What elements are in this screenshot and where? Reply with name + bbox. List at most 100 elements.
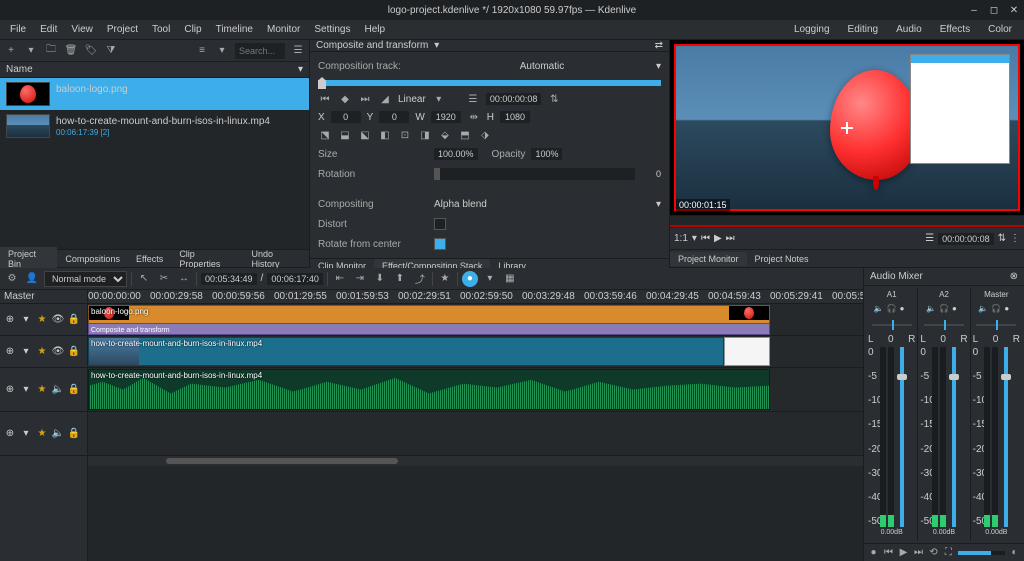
bin-column-header[interactable]: Name▾ — [0, 62, 309, 78]
w-input[interactable]: 1920 — [431, 111, 461, 123]
h-input[interactable]: 1080 — [500, 111, 530, 123]
pan-knob[interactable] — [872, 318, 912, 332]
audio-track-1[interactable]: how-to-create-mount-and-burn-isos-in-lin… — [88, 368, 863, 412]
stepper-icon[interactable]: ⇅ — [998, 233, 1006, 244]
menu-view[interactable]: View — [65, 22, 99, 37]
star-icon[interactable]: ★ — [36, 314, 48, 326]
timeline-clip[interactable] — [724, 337, 771, 366]
view-list-icon[interactable]: ≡ — [195, 44, 209, 58]
y-input[interactable]: 0 — [379, 111, 409, 123]
play-icon[interactable]: ▶ — [714, 233, 722, 244]
volume-fader[interactable] — [1004, 347, 1008, 527]
db-value[interactable]: 0.00dB — [881, 529, 903, 539]
tab-project-notes[interactable]: Project Notes — [747, 252, 817, 266]
align-bl-icon[interactable]: ⬙ — [438, 128, 452, 142]
lock-icon[interactable]: 🔒 — [68, 346, 80, 358]
chevron-down-icon[interactable]: ▾ — [20, 314, 32, 326]
delete-icon[interactable]: 🗑 — [64, 44, 78, 58]
align-ml-icon[interactable]: ◧ — [378, 128, 392, 142]
expand-icon[interactable]: ⊕ — [4, 346, 16, 358]
chevron-down-icon[interactable]: ▾ — [20, 384, 32, 396]
menu-icon[interactable]: ☰ — [291, 44, 305, 58]
monitor-menu-icon[interactable]: ☰ — [925, 233, 934, 244]
menu-project[interactable]: Project — [101, 22, 144, 37]
workspace-effects[interactable]: Effects — [932, 22, 978, 37]
align-tc-icon[interactable]: ⬓ — [338, 128, 352, 142]
chevron-down-icon[interactable]: ▾ — [432, 92, 446, 106]
effect-timecode[interactable]: 00:00:00:08 — [486, 93, 542, 105]
menu-help[interactable]: Help — [359, 22, 392, 37]
align-bc-icon[interactable]: ⬒ — [458, 128, 472, 142]
chevron-down-icon[interactable]: ▾ — [24, 44, 38, 58]
zone-out-icon[interactable]: ⇥ — [352, 271, 368, 287]
compositing-value[interactable]: Alpha blend — [434, 199, 650, 210]
workspace-logging[interactable]: Logging — [786, 22, 838, 37]
monitor-ruler[interactable] — [670, 215, 1024, 227]
composition-bar[interactable]: Composite and transform — [88, 323, 770, 335]
overwrite-icon[interactable]: ⬇ — [372, 271, 388, 287]
menu-clip[interactable]: Clip — [178, 22, 207, 37]
distort-checkbox[interactable] — [434, 218, 446, 230]
options-icon[interactable]: ▾ — [215, 44, 229, 58]
expand-icon[interactable]: ⊕ — [4, 384, 16, 396]
pan-knob[interactable] — [976, 318, 1016, 332]
gear-icon[interactable]: ⚙ — [4, 271, 20, 287]
menu-timeline[interactable]: Timeline — [210, 22, 259, 37]
rotate-center-checkbox[interactable] — [434, 238, 446, 250]
monitor-options-icon[interactable]: ⋮ — [1010, 233, 1020, 244]
tab-clip-properties[interactable]: Clip Properties — [171, 247, 243, 271]
chevron-down-icon[interactable]: ▾ — [692, 233, 697, 244]
chevron-down-icon[interactable]: ▾ — [482, 271, 498, 287]
favorite-icon[interactable]: ★ — [437, 271, 453, 287]
audio-track-2[interactable] — [88, 412, 863, 456]
play-icon[interactable]: ▶ — [898, 546, 909, 560]
grid-icon[interactable]: ▦ — [502, 271, 518, 287]
chevron-down-icon[interactable]: ▾ — [20, 346, 32, 358]
filter-icon[interactable]: ⧩ — [104, 44, 118, 58]
size-input[interactable]: 100.00% — [434, 148, 478, 160]
menu-settings[interactable]: Settings — [308, 22, 356, 37]
solo-icon[interactable]: 🎧 — [991, 304, 1001, 314]
close-icon[interactable]: ⊗ — [1010, 271, 1018, 282]
composition-track-value[interactable]: Automatic — [434, 61, 650, 72]
maximize-icon[interactable]: ◻ — [988, 4, 1000, 16]
track-head-a1[interactable]: ⊕▾★🔈🔒 — [0, 368, 87, 412]
close-icon[interactable]: ✕ — [1008, 4, 1020, 16]
workspace-editing[interactable]: Editing — [840, 22, 887, 37]
loop-icon[interactable]: ⟲ — [928, 546, 939, 560]
solo-icon[interactable]: 🎧 — [887, 304, 897, 314]
rotation-value[interactable]: 0 — [641, 169, 661, 179]
toggle-icon[interactable]: ◐ — [1009, 546, 1020, 560]
interpolation-value[interactable]: Linear — [398, 94, 426, 105]
forward-icon[interactable]: ⏭ — [726, 233, 735, 244]
align-mr-icon[interactable]: ◨ — [418, 128, 432, 142]
fullscreen-icon[interactable]: ⛶ — [943, 546, 954, 560]
chevron-down-icon[interactable]: ▾ — [656, 199, 661, 210]
menu-icon[interactable]: ☰ — [466, 92, 480, 106]
mute-icon[interactable]: 🔈 — [52, 384, 64, 396]
db-value[interactable]: 0.00dB — [985, 529, 1007, 539]
master-track-head[interactable]: Master — [0, 290, 87, 304]
mute-icon[interactable]: 🔈 — [926, 304, 936, 314]
align-br-icon[interactable]: ⬗ — [478, 128, 492, 142]
volume-fader[interactable] — [900, 347, 904, 527]
spacer-tool-icon[interactable]: ↔ — [176, 271, 192, 287]
mute-icon[interactable]: 🔈 — [52, 428, 64, 440]
progress-bar[interactable] — [958, 551, 1005, 555]
mute-icon[interactable]: 🔈 — [978, 304, 988, 314]
folder-icon[interactable]: 🗀 — [44, 44, 58, 58]
mute-icon[interactable]: 🔈 — [874, 304, 884, 314]
mute-icon[interactable]: 👁 — [52, 346, 64, 358]
prev-keyframe-icon[interactable]: ⏮ — [318, 92, 332, 106]
align-center-icon[interactable]: ⊡ — [398, 128, 412, 142]
solo-icon[interactable]: 🎧 — [939, 304, 949, 314]
bin-item[interactable]: how-to-create-mount-and-burn-isos-in-lin… — [0, 110, 309, 142]
bin-item[interactable]: baloon-logo.png00:00:04:59 [1] — [0, 78, 309, 110]
zone-in-icon[interactable]: ⇤ — [332, 271, 348, 287]
track-head-a2[interactable]: ⊕▾★🔈🔒 — [0, 412, 87, 456]
keyframe-bar[interactable] — [318, 80, 661, 86]
video-track-2[interactable]: how-to-create-mount-and-burn-isos-in-lin… — [88, 336, 863, 368]
next-keyframe-icon[interactable]: ⏭ — [358, 92, 372, 106]
search-input[interactable] — [235, 43, 285, 59]
menu-edit[interactable]: Edit — [34, 22, 63, 37]
